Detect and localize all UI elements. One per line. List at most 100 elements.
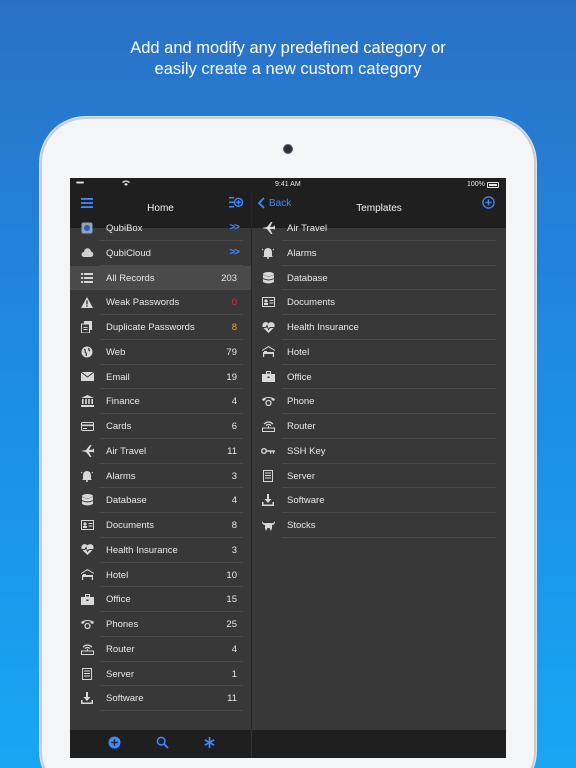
item-label: Weak Passwords bbox=[106, 297, 180, 309]
category-item-duplicate-passwords[interactable]: Duplicate Passwords 8 bbox=[70, 315, 251, 340]
favorites-icon[interactable] bbox=[203, 736, 216, 754]
bed-icon bbox=[80, 568, 94, 582]
item-count: 10 bbox=[226, 569, 237, 581]
manage-categories-icon[interactable] bbox=[229, 196, 244, 214]
item-label: Alarms bbox=[287, 247, 317, 259]
status-bar: ••••• 9:41 AM 100% bbox=[70, 178, 506, 192]
item-label: Database bbox=[106, 495, 147, 507]
category-item-server[interactable]: Server 1 bbox=[70, 662, 251, 687]
envelope-icon bbox=[80, 370, 94, 384]
list-icon bbox=[80, 271, 94, 285]
category-item-qubicloud[interactable]: QubiCloud >> bbox=[70, 241, 251, 266]
templates-title: Templates bbox=[356, 203, 402, 214]
item-count: 19 bbox=[226, 371, 237, 383]
category-item-finance[interactable]: Finance 4 bbox=[70, 389, 251, 414]
headline-line-2: easily create a new custom category bbox=[154, 60, 422, 78]
item-count: 3 bbox=[231, 544, 237, 556]
template-item-router[interactable]: Router bbox=[252, 414, 506, 439]
template-item-database[interactable]: Database bbox=[252, 266, 506, 291]
template-item-phone[interactable]: Phone bbox=[252, 389, 506, 414]
item-label: QubiBox bbox=[106, 223, 143, 234]
item-label: All Records bbox=[106, 272, 155, 284]
phone-icon bbox=[80, 617, 94, 631]
template-item-server[interactable]: Server bbox=[252, 464, 506, 489]
category-item-cards[interactable]: Cards 6 bbox=[70, 414, 251, 439]
category-item-air-travel[interactable]: Air Travel 11 bbox=[70, 439, 251, 464]
item-label: Health Insurance bbox=[106, 544, 178, 556]
item-count: 3 bbox=[231, 470, 237, 482]
globe-icon bbox=[80, 345, 94, 359]
template-item-air-travel[interactable]: Air Travel bbox=[252, 216, 506, 241]
item-count: 15 bbox=[226, 594, 237, 606]
app-screen: ••••• 9:41 AM 100% Home Back Templates Q… bbox=[70, 178, 506, 758]
item-label: Router bbox=[287, 421, 316, 432]
item-label: Duplicate Passwords bbox=[106, 322, 195, 333]
template-item-documents[interactable]: Documents bbox=[252, 290, 506, 315]
category-list: QubiBox >> QubiCloud >> All Records 203 Weak P… bbox=[70, 216, 251, 711]
item-label: Phone bbox=[287, 396, 315, 408]
template-item-health-insurance[interactable]: Health Insurance bbox=[252, 315, 506, 340]
heartbeat-icon bbox=[80, 543, 94, 557]
category-item-qubibox[interactable]: QubiBox >> bbox=[70, 216, 251, 241]
briefcase-icon bbox=[80, 592, 94, 606]
category-item-phones[interactable]: Phones 25 bbox=[70, 612, 251, 637]
template-item-office[interactable]: Office bbox=[252, 365, 506, 390]
item-label: Hotel bbox=[287, 346, 310, 358]
category-item-documents[interactable]: Documents 8 bbox=[70, 513, 251, 538]
item-label: Finance bbox=[106, 396, 140, 408]
template-item-ssh-key[interactable]: SSH Key bbox=[252, 439, 506, 464]
template-item-software[interactable]: Software bbox=[252, 488, 506, 513]
template-item-hotel[interactable]: Hotel bbox=[252, 340, 506, 365]
router-icon bbox=[80, 642, 94, 656]
home-title: Home bbox=[147, 203, 174, 214]
battery-icon bbox=[487, 182, 499, 188]
battery-percent: 100% bbox=[467, 181, 485, 188]
item-label: Air Travel bbox=[106, 445, 147, 457]
airplane-icon bbox=[261, 221, 275, 235]
category-item-database[interactable]: Database 4 bbox=[70, 488, 251, 513]
item-count: 4 bbox=[231, 643, 237, 655]
category-item-hotel[interactable]: Hotel 10 bbox=[70, 563, 251, 588]
item-count: 203 bbox=[221, 272, 237, 284]
item-label: Server bbox=[106, 668, 134, 680]
item-count: 4 bbox=[231, 495, 237, 507]
template-item-alarms[interactable]: Alarms bbox=[252, 241, 506, 266]
add-record-icon[interactable] bbox=[108, 736, 121, 754]
bed-icon bbox=[261, 345, 275, 359]
bottom-toolbar bbox=[70, 730, 506, 758]
warning-icon bbox=[80, 295, 94, 309]
category-item-router[interactable]: Router 4 bbox=[70, 637, 251, 662]
item-count: 1 bbox=[231, 668, 237, 680]
database-icon bbox=[80, 493, 94, 507]
server-icon bbox=[261, 469, 275, 483]
category-item-office[interactable]: Office 15 bbox=[70, 587, 251, 612]
category-item-web[interactable]: Web 79 bbox=[70, 340, 251, 365]
item-label: Documents bbox=[287, 297, 336, 309]
category-item-software[interactable]: Software 11 bbox=[70, 686, 251, 711]
item-label: Hotel bbox=[106, 569, 129, 581]
status-time: 9:41 AM bbox=[275, 181, 301, 188]
alarm-icon bbox=[261, 246, 275, 260]
category-item-weak-passwords[interactable]: Weak Passwords 0 bbox=[70, 290, 251, 315]
id-card-icon bbox=[261, 295, 275, 309]
add-template-icon[interactable] bbox=[482, 196, 495, 214]
category-item-email[interactable]: Email 19 bbox=[70, 365, 251, 390]
category-item-all-records[interactable]: All Records 203 bbox=[70, 265, 251, 291]
server-icon bbox=[80, 667, 94, 681]
search-icon[interactable] bbox=[156, 736, 169, 754]
item-label: Health Insurance bbox=[287, 322, 359, 333]
item-count: 8 bbox=[231, 520, 237, 531]
template-item-stocks[interactable]: Stocks bbox=[252, 513, 506, 538]
category-item-health-insurance[interactable]: Health Insurance 3 bbox=[70, 538, 251, 563]
heartbeat-icon bbox=[261, 320, 275, 334]
bull-icon bbox=[261, 518, 275, 532]
item-label: Web bbox=[106, 346, 126, 358]
toolbar-divider bbox=[251, 730, 252, 758]
category-item-alarms[interactable]: Alarms 3 bbox=[70, 464, 251, 489]
item-label: SSH Key bbox=[287, 445, 326, 457]
item-label: Database bbox=[287, 272, 328, 284]
briefcase-icon bbox=[261, 370, 275, 384]
item-label: Cards bbox=[106, 421, 132, 432]
card-icon bbox=[80, 419, 94, 433]
duplicate-icon bbox=[80, 320, 94, 334]
